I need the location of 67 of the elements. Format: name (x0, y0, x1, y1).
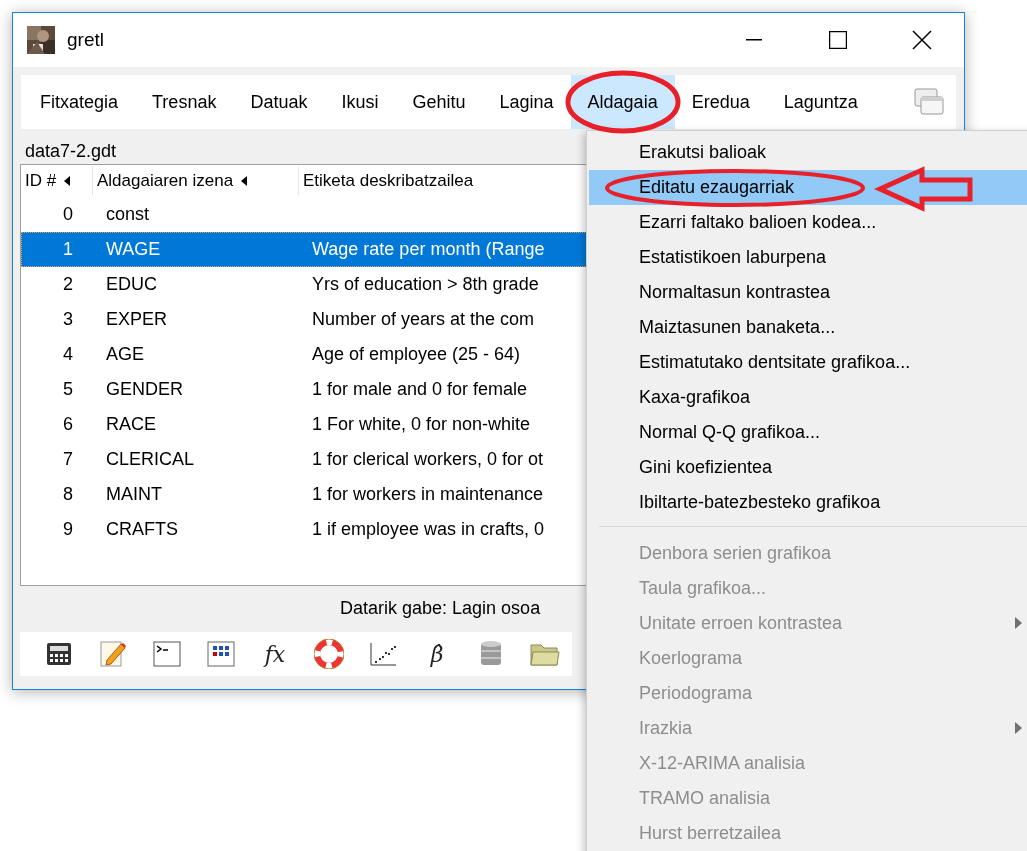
maximize-icon (829, 31, 847, 49)
table-cell-text: 4 (62, 344, 74, 365)
table-cell-text: Number of years at the com (311, 309, 535, 330)
toolbar-button[interactable]: fx (248, 634, 302, 674)
sort-indicator-icon (64, 176, 71, 186)
menu-item[interactable]: Gehitu (395, 75, 483, 129)
menu-item[interactable]: Datuak (233, 75, 325, 129)
table-cell-text: CLERICAL (105, 449, 196, 470)
menu-option[interactable]: Ibiltarte-batezbesteko grafikoa (589, 485, 1027, 520)
table-cell-text: 1 for male and 0 for female (311, 379, 528, 400)
table-cell-text: 5 (62, 379, 74, 400)
terminal-icon (153, 641, 181, 667)
table-cell-text: GENDER (105, 379, 184, 400)
table-cell-text: 8 (62, 484, 74, 505)
menu-item[interactable]: Laguntza (766, 75, 875, 129)
table-cell-text: const (105, 204, 151, 225)
table-cell-text: 1 For white, 0 for non-white (311, 414, 531, 435)
table-cell-text: WAGE (105, 239, 162, 260)
menu-option[interactable]: Normal Q-Q grafikoa... (589, 415, 1027, 450)
table-cell-text: RACE (105, 414, 157, 435)
table-cell-text: Age of employee (25 - 64) (311, 344, 521, 365)
menu-option[interactable]: Estimatutako dentsitate grafikoa... (589, 345, 1027, 380)
table-cell-text: 9 (62, 519, 74, 540)
table-cell-text: Yrs of education > 8th grade (311, 274, 539, 295)
minimize-icon (746, 39, 762, 41)
table-cell-text: 1 for workers in maintenance (311, 484, 544, 505)
windows-icon[interactable] (914, 88, 944, 116)
menu-item[interactable]: Fitxategia (23, 75, 136, 129)
table-cell-text: EXPER (105, 309, 169, 330)
menu-option[interactable]: Erakutsi balioak (589, 135, 1027, 170)
menu-item[interactable]: Eredua (674, 75, 767, 129)
table-cell-text: Wage rate per month (Range (311, 239, 545, 260)
table-cell-text: 1 if employee was in crafts, 0 (311, 519, 545, 540)
table-cell-text: 1 for clerical workers, 0 for ot (311, 449, 544, 470)
calculator-icon (46, 641, 72, 667)
table-cell-text: MAINT (105, 484, 163, 505)
lifebuoy-icon (314, 639, 344, 669)
menu-item[interactable]: Tresnak (135, 75, 234, 129)
folder-icon (530, 641, 560, 667)
table-cell-text: 6 (62, 414, 74, 435)
menu-option[interactable]: Maiztasunen banaketa... (589, 310, 1027, 345)
menu-option[interactable]: Normaltasun kontrastea (589, 275, 1027, 310)
menu-option[interactable]: Kaxa-grafikoa (589, 380, 1027, 415)
menu-item[interactable]: Ikusi (324, 75, 396, 129)
matrix-icon (207, 641, 235, 667)
column-header[interactable]: Aldagaiaren izena (97, 171, 234, 191)
close-icon (912, 30, 932, 50)
file-name: data7-2.gdt (25, 141, 117, 162)
table-cell-text: CRAFTS (105, 519, 179, 540)
column-header[interactable]: ID # (25, 171, 57, 191)
table-cell-text: AGE (105, 344, 145, 365)
table-cell-text: EDUC (105, 274, 158, 295)
menu-item[interactable]: Lagina (482, 75, 571, 129)
sort-indicator-icon (241, 176, 248, 186)
window-title: gretl (67, 29, 105, 51)
toolbar-button[interactable]: β̂ (410, 634, 464, 674)
scatter-plot-icon (369, 641, 397, 667)
notepad-pencil-icon (99, 640, 127, 668)
table-cell-text: 0 (62, 204, 74, 225)
menu-option[interactable]: Gini koefizientea (589, 450, 1027, 485)
column-header[interactable]: Etiketa deskribatzailea (303, 171, 474, 191)
table-cell-text: 7 (62, 449, 74, 470)
table-cell-text: 1 (62, 239, 74, 260)
status-text: Datarik gabe: Lagin osoa (340, 598, 541, 620)
table-cell-text: 2 (62, 274, 74, 295)
database-icon (479, 640, 503, 668)
table-cell-text: 3 (62, 309, 74, 330)
